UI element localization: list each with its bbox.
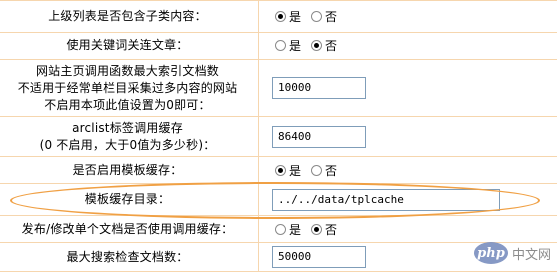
site-watermark: php 中文网 (473, 242, 551, 264)
radio-checked-icon[interactable] (311, 223, 323, 235)
radio-group-keyword-related: 是 否 (259, 37, 347, 54)
setting-label: 模板缓存目录： (84, 192, 171, 206)
setting-label: 使用关键词关连文章： (66, 38, 189, 52)
setting-label: 最大搜索检查文档数： (66, 249, 189, 264)
setting-label: 发布/修改单个文档是否使用调用缓存： (21, 221, 234, 236)
radio-no[interactable]: 否 (311, 221, 337, 238)
radio-checked-icon[interactable] (275, 11, 286, 22)
setting-label: 网站主页调用函数最大索引文档数 不适用于经常单栏目采集过多内容的网站 不启用本项… (17, 63, 238, 112)
setting-label: arclist标签调用缓存 (0 不启用，大于0值为多少秒)： (39, 120, 216, 152)
setting-row-subcategory-content: 上级列表是否包含子类内容： 是 否 (0, 0, 557, 33)
radio-yes[interactable]: 是 (275, 221, 301, 238)
template-cache-dir-input[interactable]: ../../data/tplcache (272, 188, 500, 211)
radio-group-subcategory-content: 是 否 (259, 8, 347, 25)
max-search-docs-input[interactable]: 50000 (272, 246, 366, 268)
setting-row-publish-use-cache: 发布/修改单个文档是否使用调用缓存： 是 否 (0, 216, 557, 243)
radio-yes[interactable]: 是 (275, 37, 301, 54)
radio-checked-icon[interactable] (275, 164, 286, 176)
setting-label: 上级列表是否包含子类内容： (48, 9, 207, 23)
setting-row-template-cache-dir: 模板缓存目录： ../../data/tplcache (0, 184, 557, 216)
radio-no[interactable]: 否 (311, 37, 337, 54)
arclist-cache-input[interactable]: 86400 (272, 125, 366, 148)
radio-no[interactable]: 否 (311, 8, 337, 25)
radio-group-template-cache: 是 否 (259, 162, 347, 179)
radio-yes[interactable]: 是 (275, 8, 301, 25)
setting-row-homepage-max-index: 网站主页调用函数最大索引文档数 不适用于经常单栏目采集过多内容的网站 不启用本项… (0, 60, 557, 117)
radio-checked-icon[interactable] (311, 40, 323, 51)
php-logo-icon: php (473, 242, 508, 264)
radio-unchecked-icon[interactable] (275, 223, 286, 235)
radio-unchecked-icon[interactable] (311, 164, 323, 176)
radio-group-publish-use-cache: 是 否 (259, 221, 347, 238)
watermark-text: 中文网 (511, 247, 551, 263)
setting-row-keyword-related: 使用关键词关连文章： 是 否 (0, 32, 557, 60)
setting-row-arclist-cache: arclist标签调用缓存 (0 不启用，大于0值为多少秒)： 86400 (0, 117, 557, 157)
setting-row-template-cache: 是否启用模板缓存： 是 否 (0, 157, 557, 184)
homepage-max-index-input[interactable]: 10000 (272, 77, 366, 99)
radio-unchecked-icon[interactable] (311, 11, 323, 22)
radio-unchecked-icon[interactable] (275, 40, 286, 51)
setting-label: 是否启用模板缓存： (72, 162, 183, 177)
radio-yes[interactable]: 是 (275, 162, 301, 179)
radio-no[interactable]: 否 (311, 162, 337, 179)
